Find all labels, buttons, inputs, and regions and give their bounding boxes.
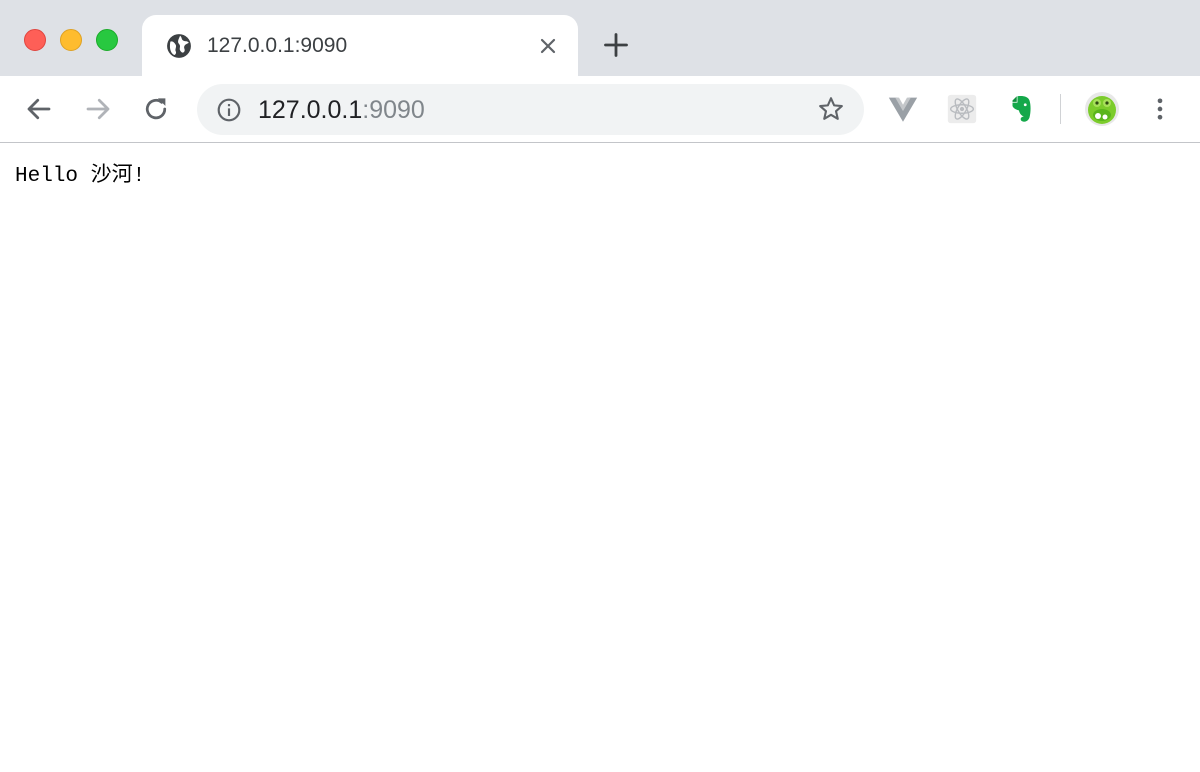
tab-strip: 127.0.0.1:9090: [0, 0, 1200, 76]
minimize-window-button[interactable]: [60, 29, 82, 51]
address-bar[interactable]: 127.0.0.1:9090: [197, 84, 864, 135]
react-devtools-icon[interactable]: [945, 92, 979, 126]
forward-button[interactable]: [83, 94, 113, 124]
page-content: Hello 沙河!: [0, 144, 1200, 772]
reload-button[interactable]: [141, 94, 171, 124]
globe-icon: [167, 34, 191, 58]
close-icon[interactable]: [536, 34, 560, 58]
page-body-text: Hello 沙河!: [15, 165, 146, 188]
url-port: :9090: [362, 96, 425, 124]
browser-window: 127.0.0.1:9090 127.0.0.1:9090 Hello 沙河!: [0, 0, 1200, 772]
vue-devtools-icon[interactable]: [886, 92, 920, 126]
info-icon[interactable]: [216, 97, 242, 123]
tab-title: 127.0.0.1:9090: [207, 34, 348, 57]
close-window-button[interactable]: [24, 29, 46, 51]
star-icon[interactable]: [817, 95, 845, 123]
profile-avatar[interactable]: [1084, 91, 1120, 127]
toolbar-divider: [1060, 94, 1061, 124]
url-text[interactable]: 127.0.0.1:9090: [258, 95, 425, 125]
back-button[interactable]: [24, 94, 54, 124]
evernote-icon[interactable]: [1004, 92, 1038, 126]
zoom-window-button[interactable]: [96, 29, 118, 51]
tab-active[interactable]: 127.0.0.1:9090: [142, 15, 578, 76]
toolbar: 127.0.0.1:9090: [0, 76, 1200, 143]
url-host: 127.0.0.1: [258, 96, 363, 124]
new-tab-button[interactable]: [602, 31, 630, 59]
more-menu-icon[interactable]: [1146, 94, 1174, 124]
